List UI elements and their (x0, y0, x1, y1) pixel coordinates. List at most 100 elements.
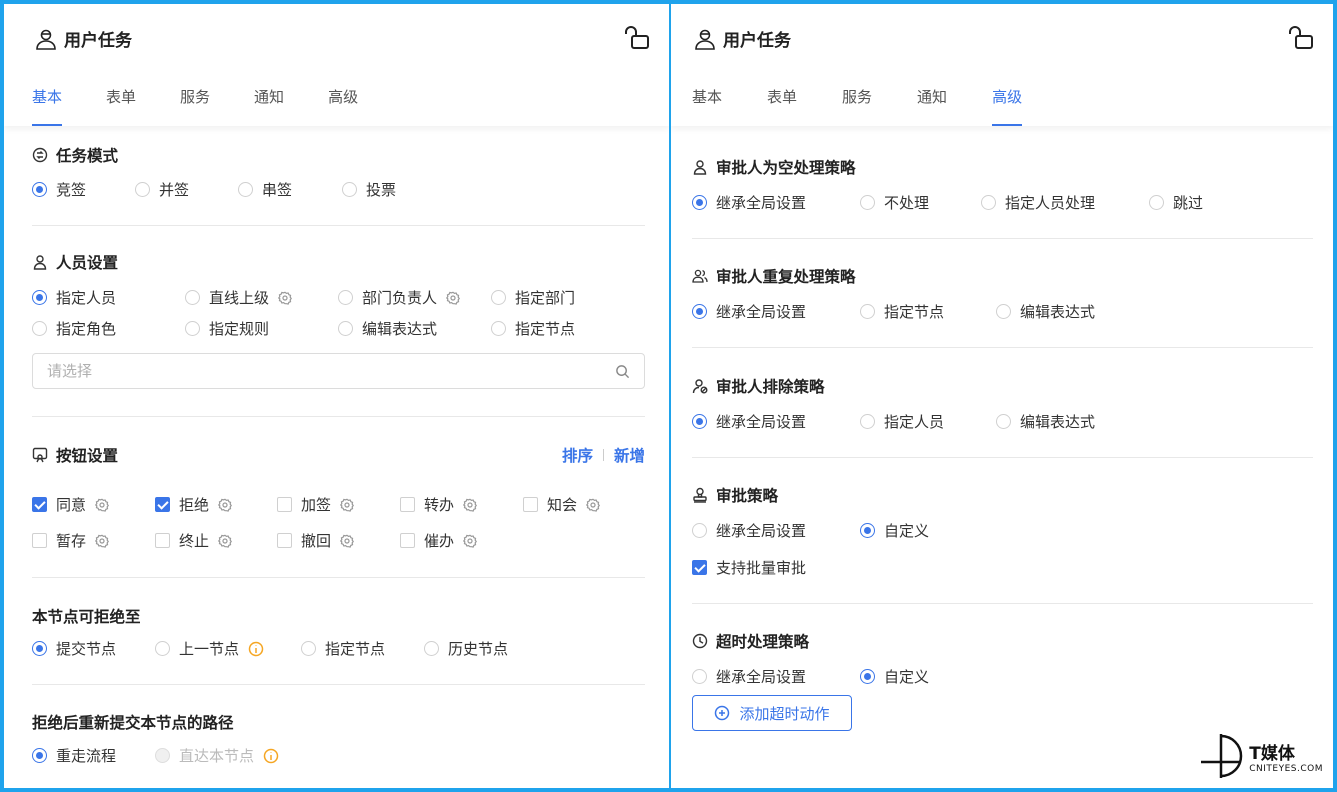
gear-icon[interactable] (218, 498, 232, 512)
duplicate-approver-option[interactable]: 编辑表达式 (996, 301, 1095, 322)
button-item[interactable]: 终止 (155, 530, 232, 551)
radio[interactable] (491, 321, 506, 336)
duplicate-approver-option[interactable]: 继承全局设置 (692, 301, 806, 322)
checkbox[interactable] (400, 533, 415, 548)
radio[interactable] (860, 414, 875, 429)
empty-approver-option[interactable]: 指定人员处理 (981, 192, 1095, 213)
radio[interactable] (32, 641, 47, 656)
button-item[interactable]: 加签 (277, 494, 354, 515)
radio[interactable] (32, 290, 47, 305)
personnel-option[interactable]: 指定角色 (32, 318, 116, 339)
button-item[interactable]: 拒绝 (155, 494, 232, 515)
radio[interactable] (692, 523, 707, 538)
radio[interactable] (692, 304, 707, 319)
button-item[interactable]: 同意 (32, 494, 109, 515)
checkbox[interactable] (692, 560, 707, 575)
approval-policy-option[interactable]: 自定义 (860, 520, 929, 541)
task-mode-option[interactable]: 并签 (135, 179, 189, 200)
checkbox[interactable] (155, 533, 170, 548)
radio[interactable] (692, 414, 707, 429)
checkbox[interactable] (32, 533, 47, 548)
radio[interactable] (860, 669, 875, 684)
exclude-approver-option[interactable]: 指定人员 (860, 411, 944, 432)
personnel-option[interactable]: 部门负责人 (338, 287, 460, 308)
sort-link[interactable]: 排序 (562, 444, 593, 466)
search-icon[interactable] (615, 364, 630, 379)
exclude-approver-option[interactable]: 继承全局设置 (692, 411, 806, 432)
task-mode-option[interactable]: 投票 (342, 179, 396, 200)
radio[interactable] (32, 182, 47, 197)
tab-basic[interactable]: 基本 (692, 86, 722, 126)
radio[interactable] (692, 669, 707, 684)
tab-form[interactable]: 表单 (767, 86, 797, 126)
tab-notify[interactable]: 通知 (254, 86, 284, 126)
gear-icon[interactable] (218, 534, 232, 548)
radio[interactable] (135, 182, 150, 197)
button-item[interactable]: 催办 (400, 530, 477, 551)
gear-icon[interactable] (463, 498, 477, 512)
reject-to-option[interactable]: 指定节点 (301, 638, 385, 659)
radio[interactable] (32, 321, 47, 336)
personnel-select[interactable] (32, 353, 645, 389)
empty-approver-option[interactable]: 不处理 (860, 192, 929, 213)
checkbox[interactable] (400, 497, 415, 512)
radio[interactable] (338, 321, 353, 336)
gear-icon[interactable] (463, 534, 477, 548)
button-item[interactable]: 撤回 (277, 530, 354, 551)
tab-form[interactable]: 表单 (106, 86, 136, 126)
approval-policy-option[interactable]: 继承全局设置 (692, 520, 806, 541)
gear-icon[interactable] (340, 498, 354, 512)
tab-notify[interactable]: 通知 (917, 86, 947, 126)
radio[interactable] (32, 748, 47, 763)
personnel-option[interactable]: 指定人员 (32, 287, 116, 308)
button-item[interactable]: 知会 (523, 494, 600, 515)
checkbox[interactable] (277, 533, 292, 548)
resubmit-path-option[interactable]: 重走流程 (32, 745, 116, 766)
tab-service[interactable]: 服务 (180, 86, 210, 126)
personnel-option[interactable]: 指定规则 (185, 318, 269, 339)
radio[interactable] (860, 523, 875, 538)
duplicate-approver-option[interactable]: 指定节点 (860, 301, 944, 322)
personnel-option[interactable]: 指定节点 (491, 318, 575, 339)
gear-icon[interactable] (95, 498, 109, 512)
checkbox[interactable] (32, 497, 47, 512)
gear-icon[interactable] (95, 534, 109, 548)
radio[interactable] (860, 195, 875, 210)
empty-approver-option[interactable]: 跳过 (1149, 192, 1203, 213)
unlock-icon[interactable] (623, 24, 651, 52)
batch-approval-checkbox[interactable]: 支持批量审批 (692, 557, 806, 578)
tab-advanced[interactable]: 高级 (992, 86, 1023, 126)
personnel-select-input[interactable] (33, 354, 644, 388)
checkbox[interactable] (523, 497, 538, 512)
tab-basic[interactable]: 基本 (32, 86, 63, 126)
checkbox[interactable] (277, 497, 292, 512)
radio[interactable] (185, 290, 200, 305)
add-link[interactable]: 新增 (614, 444, 645, 466)
timeout-policy-option[interactable]: 自定义 (860, 666, 929, 687)
exclude-approver-option[interactable]: 编辑表达式 (996, 411, 1095, 432)
reject-to-option[interactable]: 上一节点 (155, 638, 264, 659)
radio[interactable] (338, 290, 353, 305)
radio[interactable] (238, 182, 253, 197)
gear-icon[interactable] (446, 291, 460, 305)
radio[interactable] (692, 195, 707, 210)
empty-approver-option[interactable]: 继承全局设置 (692, 192, 806, 213)
checkbox[interactable] (155, 497, 170, 512)
radio[interactable] (491, 290, 506, 305)
personnel-option[interactable]: 直线上级 (185, 287, 292, 308)
reject-to-option[interactable]: 提交节点 (32, 638, 116, 659)
button-item[interactable]: 暂存 (32, 530, 109, 551)
radio[interactable] (301, 641, 316, 656)
tab-advanced[interactable]: 高级 (328, 86, 358, 126)
radio[interactable] (860, 304, 875, 319)
add-timeout-action-button[interactable]: 添加超时动作 (692, 695, 852, 731)
button-item[interactable]: 转办 (400, 494, 477, 515)
reject-to-option[interactable]: 历史节点 (424, 638, 508, 659)
task-mode-option[interactable]: 串签 (238, 179, 292, 200)
radio[interactable] (185, 321, 200, 336)
task-mode-option[interactable]: 竞签 (32, 179, 86, 200)
personnel-option[interactable]: 指定部门 (491, 287, 575, 308)
radio[interactable] (996, 304, 1011, 319)
gear-icon[interactable] (586, 498, 600, 512)
unlock-icon[interactable] (1287, 24, 1315, 52)
